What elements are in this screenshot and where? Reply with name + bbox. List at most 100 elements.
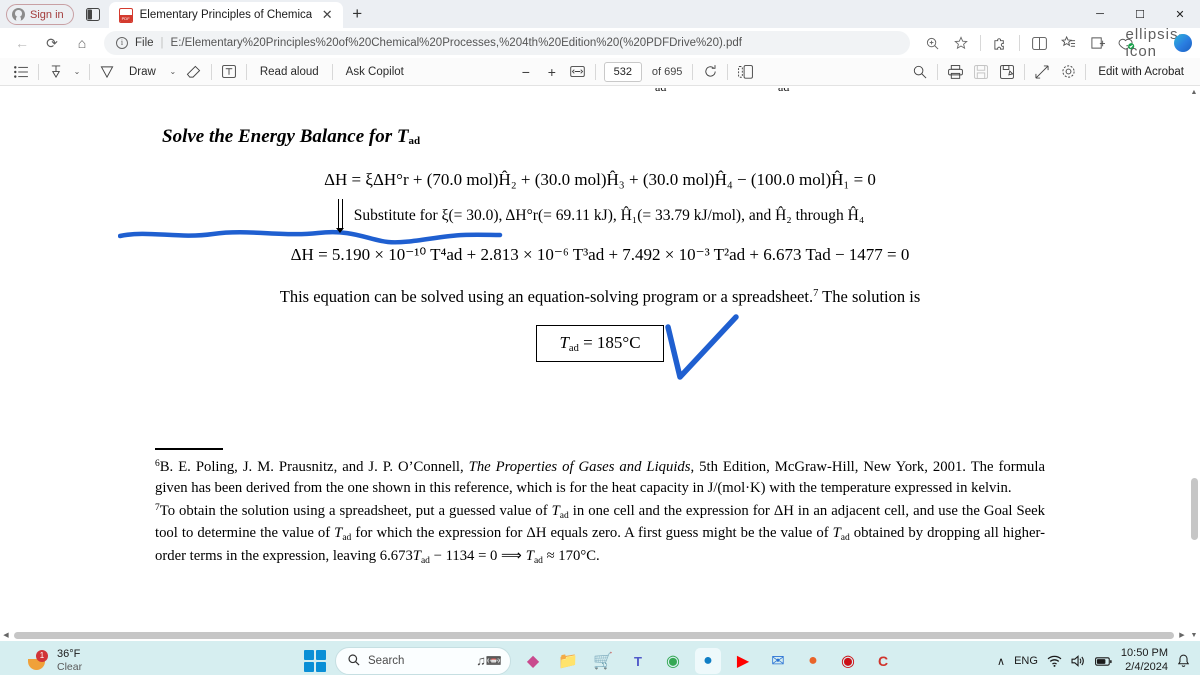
taskbar-app-file-explorer[interactable]: 📁 bbox=[555, 648, 581, 674]
tad-var-5: T bbox=[525, 547, 534, 564]
save-icon[interactable] bbox=[968, 61, 994, 83]
divider bbox=[980, 35, 981, 51]
rotate-icon[interactable] bbox=[697, 61, 723, 83]
answer-subscript: ad bbox=[568, 343, 579, 354]
wifi-icon[interactable] bbox=[1047, 655, 1062, 667]
save-as-icon[interactable] bbox=[994, 61, 1020, 83]
zoom-out-button[interactable]: − bbox=[513, 61, 539, 83]
tad-var-1: T bbox=[551, 502, 560, 519]
home-icon[interactable]: ⌂ bbox=[68, 30, 96, 56]
show-hidden-icons-chevron[interactable]: ∧ bbox=[997, 655, 1005, 668]
minimize-button[interactable]: ─ bbox=[1080, 0, 1120, 28]
scroll-up-arrow[interactable]: ▲ bbox=[1188, 86, 1200, 98]
sign-in-button[interactable]: Sign in bbox=[6, 4, 74, 25]
gear-icon[interactable] bbox=[1055, 61, 1081, 83]
browser-tab[interactable]: Elementary Principles of Chemica ✕ bbox=[108, 2, 344, 28]
draw-caret-icon[interactable]: ⌄ bbox=[165, 67, 181, 76]
fullscreen-icon[interactable] bbox=[1029, 61, 1055, 83]
speaker-icon[interactable] bbox=[1071, 655, 1086, 667]
print-icon[interactable] bbox=[942, 61, 968, 83]
battery-icon[interactable] bbox=[1094, 656, 1112, 667]
horizontal-scroll-thumb[interactable] bbox=[14, 631, 1174, 639]
scroll-right-arrow[interactable]: ▶ bbox=[1176, 629, 1188, 641]
footnotes: 6B. E. Poling, J. M. Prausnitz, and J. P… bbox=[140, 457, 1060, 568]
weather-widget[interactable]: 1 36°F Clear bbox=[10, 648, 82, 675]
answer-box: Tad = 185°C bbox=[536, 325, 664, 362]
split-screen-icon[interactable] bbox=[1025, 30, 1053, 56]
copilot-orb-icon[interactable] bbox=[1174, 34, 1192, 52]
url-input[interactable]: i File | E:/Elementary%20Principles%20of… bbox=[104, 31, 910, 55]
taskbar-search[interactable]: Search ♫📼 bbox=[335, 647, 511, 675]
tad-sub-3: ad bbox=[840, 533, 850, 544]
taskbar-app-opera[interactable]: ◉ bbox=[835, 648, 861, 674]
ellipsis-icon[interactable]: ellipsis-icon bbox=[1126, 26, 1184, 60]
vertical-scrollbar[interactable]: ▲ ▼ bbox=[1188, 86, 1200, 641]
weather-icon: 1 bbox=[28, 650, 50, 671]
horizontal-scrollbar[interactable]: ◀ ▶ bbox=[0, 629, 1188, 641]
clock[interactable]: 10:50 PM 2/4/2024 bbox=[1121, 647, 1168, 675]
puzzle-icon[interactable] bbox=[986, 30, 1014, 56]
tad-sub-4: ad bbox=[420, 555, 430, 566]
gramophone-icon[interactable]: ♫📼 bbox=[476, 653, 502, 669]
browser-tab-strip: Sign in Elementary Principles of Chemica… bbox=[0, 0, 1200, 28]
table-of-contents-icon[interactable] bbox=[8, 61, 34, 83]
bell-icon[interactable] bbox=[1177, 654, 1190, 668]
language-indicator[interactable]: ENG bbox=[1014, 655, 1038, 667]
close-icon[interactable]: ✕ bbox=[319, 7, 335, 23]
browser-essentials-icon[interactable] bbox=[1083, 30, 1111, 56]
highlighter-caret-icon[interactable]: ⌄ bbox=[69, 67, 85, 76]
tab-actions-icon[interactable] bbox=[80, 2, 106, 26]
clock-date: 2/4/2024 bbox=[1125, 661, 1168, 673]
tad-sub-5: ad bbox=[533, 555, 543, 566]
close-window-button[interactable]: ✕ bbox=[1160, 0, 1200, 28]
vertical-scroll-thumb[interactable] bbox=[1190, 478, 1198, 540]
draw-pen-icon[interactable] bbox=[94, 61, 120, 83]
double-down-arrow-icon bbox=[335, 199, 346, 233]
taskbar-app-microsoft-store[interactable]: 🛒 bbox=[590, 648, 616, 674]
new-tab-button[interactable]: + bbox=[343, 1, 371, 27]
scroll-down-arrow[interactable]: ▼ bbox=[1188, 629, 1200, 641]
edit-with-acrobat-button[interactable]: Edit with Acrobat bbox=[1090, 66, 1192, 78]
page-number-input[interactable]: 532 bbox=[603, 61, 642, 82]
zoom-in-button[interactable]: + bbox=[539, 61, 565, 83]
taskbar-app-youtube[interactable]: ▶ bbox=[730, 648, 756, 674]
taskbar-app-teams[interactable]: T bbox=[625, 648, 651, 674]
highlighter-icon[interactable] bbox=[43, 61, 69, 83]
search-icon bbox=[348, 653, 360, 669]
star-icon[interactable] bbox=[947, 30, 975, 56]
heading-variable: T bbox=[396, 126, 409, 147]
read-aloud-button[interactable]: Read aloud bbox=[251, 61, 328, 83]
magnifier-plus-icon[interactable] bbox=[918, 30, 946, 56]
taskbar-app-ccleaner[interactable]: C bbox=[870, 648, 896, 674]
fit-to-width-icon[interactable] bbox=[565, 61, 591, 83]
footnote-7-f: − 1134 = 0 ⟹ bbox=[429, 547, 526, 564]
url-scheme-label: File bbox=[135, 37, 154, 49]
info-icon[interactable]: i bbox=[116, 37, 128, 49]
collections-icon[interactable] bbox=[1054, 30, 1082, 56]
taskbar-center: Search ♫📼 ◆ 📁 🛒 T ◉ ● ▶ ✉ ● ◉ C bbox=[304, 647, 896, 675]
draw-button[interactable]: Draw bbox=[120, 61, 165, 83]
back-icon[interactable]: ← bbox=[8, 30, 36, 56]
pdf-page: Solve the Energy Balance for Tad ΔH = ξΔ… bbox=[0, 86, 1200, 570]
refresh-icon[interactable]: ⟳ bbox=[38, 30, 66, 56]
page-view-icon[interactable] bbox=[732, 61, 758, 83]
search-icon[interactable] bbox=[907, 61, 933, 83]
windows-start-icon[interactable] bbox=[304, 650, 326, 672]
solution-sentence-tail: The solution is bbox=[818, 287, 921, 306]
split-pane-icon bbox=[85, 7, 100, 21]
taskbar-app-edge[interactable]: ● bbox=[695, 648, 721, 675]
add-text-icon[interactable] bbox=[216, 61, 242, 83]
scroll-left-arrow[interactable]: ◀ bbox=[0, 629, 12, 641]
blue-underline-annotation bbox=[118, 229, 503, 245]
eraser-icon[interactable] bbox=[181, 61, 207, 83]
footnote-6: 6B. E. Poling, J. M. Prausnitz, and J. P… bbox=[155, 457, 1045, 499]
taskbar-app-chrome[interactable]: ◉ bbox=[660, 648, 686, 674]
taskbar-app-office[interactable]: ◆ bbox=[520, 648, 546, 674]
tab-title: Elementary Principles of Chemica bbox=[139, 9, 313, 21]
ask-copilot-button[interactable]: Ask Copilot bbox=[337, 61, 413, 83]
taskbar-app-mail[interactable]: ✉ bbox=[765, 648, 791, 674]
pdf-viewport[interactable]: ad ad Solve the Energy Balance for Tad Δ… bbox=[0, 86, 1200, 641]
maximize-button[interactable]: ☐ bbox=[1120, 0, 1160, 28]
tad-sub-1: ad bbox=[559, 510, 569, 521]
taskbar-app-firefox[interactable]: ● bbox=[800, 648, 826, 674]
